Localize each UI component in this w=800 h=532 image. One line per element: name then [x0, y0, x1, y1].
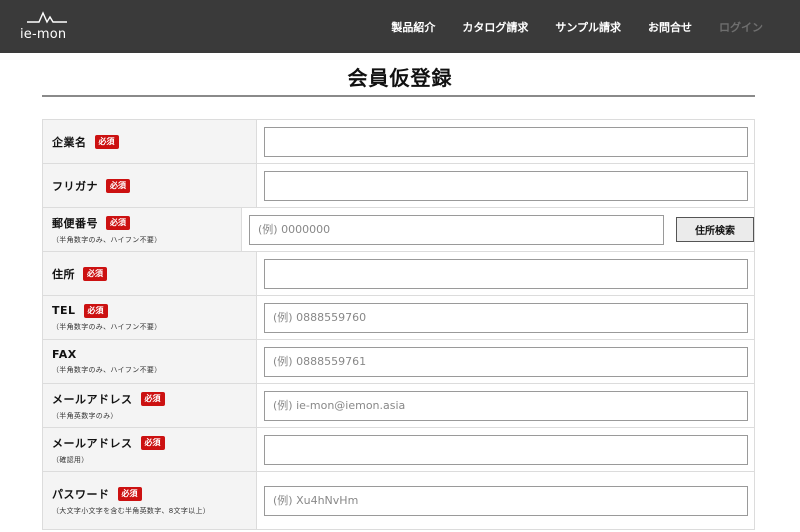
form-row-address: 住所 必須: [43, 252, 754, 296]
form-row-email-confirm: メールアドレス 必須 （確認用）: [43, 428, 754, 472]
label-cell: メールアドレス 必須 （確認用）: [43, 428, 257, 471]
title-divider: [42, 95, 755, 97]
form-row-postal: 郵便番号 必須 （半角数字のみ、ハイフン不要） 住所検索: [43, 208, 754, 252]
postal-label: 郵便番号: [52, 216, 98, 230]
form-row-fax: FAX （半角数字のみ、ハイフン不要）: [43, 340, 754, 384]
label-cell: 企業名 必須: [43, 120, 257, 163]
registration-form: 企業名 必須 フリガナ 必須 郵便番号 必須 （半角数字のみ、ハイフン不要） (…: [42, 119, 755, 530]
nav-contact[interactable]: お問合せ: [648, 19, 692, 35]
nav-sample-request[interactable]: サンプル請求: [555, 19, 621, 35]
email-input[interactable]: [264, 390, 748, 421]
form-row-furigana: フリガナ 必須: [43, 164, 754, 208]
fax-label: FAX: [52, 348, 77, 361]
fax-note: （半角数字のみ、ハイフン不要）: [52, 366, 162, 374]
email-confirm-input[interactable]: [264, 434, 748, 465]
main-nav: 製品紹介 カタログ請求 サンプル請求 お問合せ ログイン: [391, 0, 800, 53]
label-cell: メールアドレス 必須 （半角英数字のみ）: [43, 384, 257, 427]
form-row-email: メールアドレス 必須 （半角英数字のみ）: [43, 384, 754, 428]
email-confirm-note: （確認用）: [52, 455, 89, 464]
address-label: 住所: [52, 267, 75, 281]
logo-text: ie-mon: [20, 27, 67, 42]
label-cell: FAX （半角数字のみ、ハイフン不要）: [43, 340, 257, 383]
postal-note: （半角数字のみ、ハイフン不要）: [52, 235, 162, 244]
required-badge: 必須: [83, 303, 108, 318]
company-input[interactable]: [264, 126, 748, 157]
label-cell: TEL 必須 （半角数字のみ、ハイフン不要）: [43, 296, 257, 339]
tel-label: TEL: [52, 304, 76, 317]
required-badge: 必須: [106, 178, 130, 193]
label-cell: フリガナ 必須: [43, 164, 257, 207]
required-badge: 必須: [106, 215, 130, 230]
form-row-company: 企業名 必須: [43, 120, 754, 164]
fax-input[interactable]: [264, 346, 748, 377]
logo-mark-icon: [27, 11, 67, 24]
page-title: 会員仮登録: [347, 66, 453, 90]
form-row-tel: TEL 必須 （半角数字のみ、ハイフン不要）: [43, 296, 754, 340]
required-badge: 必須: [94, 134, 119, 149]
address-search-button[interactable]: 住所検索: [676, 217, 754, 242]
email-confirm-label: メールアドレス: [52, 436, 133, 450]
label-cell: 住所 必須: [43, 252, 257, 295]
furigana-input[interactable]: [264, 170, 748, 201]
required-badge: 必須: [140, 391, 165, 406]
company-label: 企業名: [52, 135, 87, 149]
tel-input[interactable]: [264, 302, 748, 333]
password-input[interactable]: [264, 485, 748, 516]
top-navigation-bar: ie-mon 製品紹介 カタログ請求 サンプル請求 お問合せ ログイン: [0, 0, 800, 53]
postal-code-input[interactable]: [249, 214, 664, 245]
form-row-password: パスワード 必須 （大文字小文字を含む半角英数字、8文字以上）: [43, 472, 754, 530]
label-cell: 郵便番号 必須 （半角数字のみ、ハイフン不要）: [43, 208, 242, 251]
email-note: （半角英数字のみ）: [52, 411, 118, 420]
nav-login[interactable]: ログイン: [719, 19, 763, 35]
address-input[interactable]: [264, 258, 748, 289]
required-badge: 必須: [117, 486, 142, 501]
furigana-label: フリガナ: [52, 179, 98, 193]
email-label: メールアドレス: [52, 392, 133, 406]
password-label: パスワード: [52, 487, 110, 501]
tel-note: （半角数字のみ、ハイフン不要）: [52, 322, 162, 331]
nav-catalog-request[interactable]: カタログ請求: [462, 19, 528, 35]
required-badge: 必須: [140, 435, 165, 450]
site-logo[interactable]: ie-mon: [20, 10, 80, 44]
nav-products[interactable]: 製品紹介: [391, 19, 435, 35]
label-cell: パスワード 必須 （大文字小文字を含む半角英数字、8文字以上）: [43, 472, 257, 529]
password-note: （大文字小文字を含む半角英数字、8文字以上）: [52, 506, 211, 515]
required-badge: 必須: [83, 266, 107, 281]
